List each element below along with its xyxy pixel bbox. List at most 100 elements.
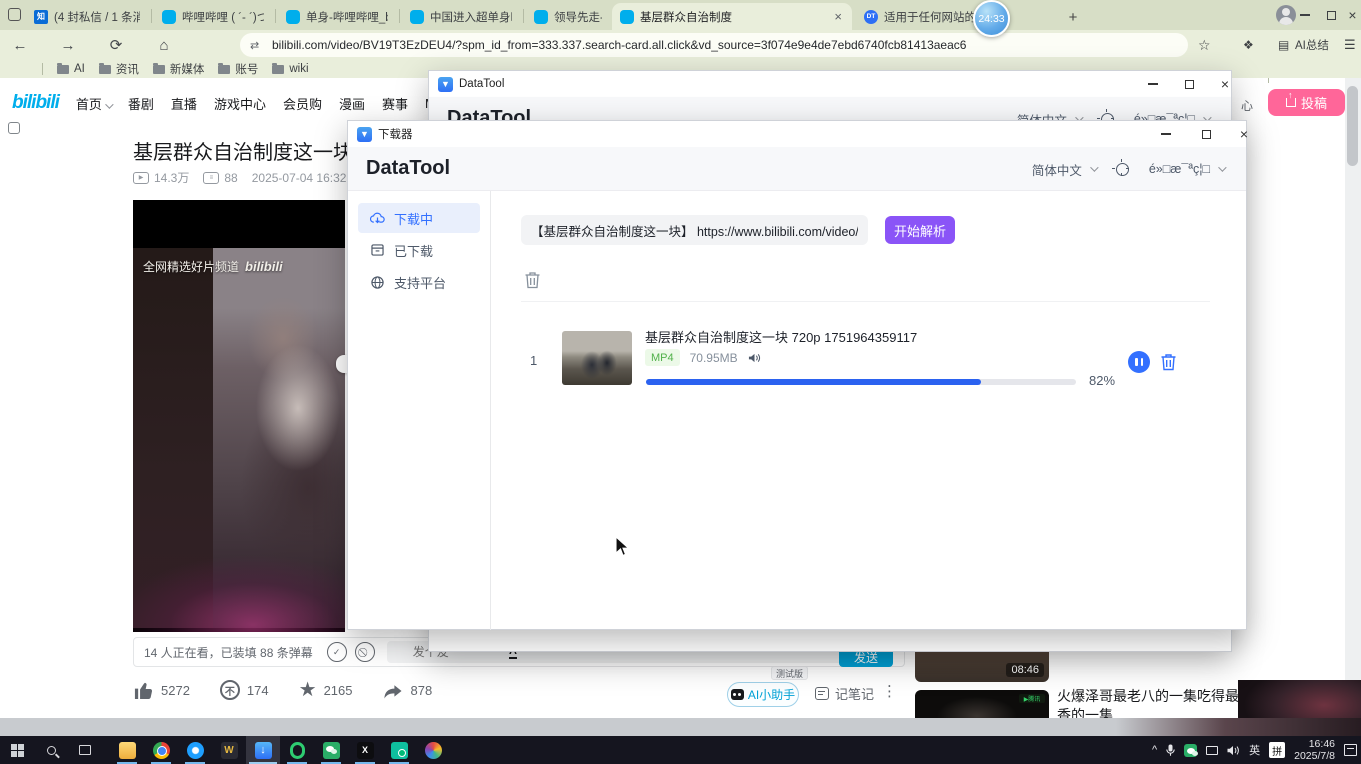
download-url-input[interactable] bbox=[521, 215, 868, 245]
datatool-titlebar[interactable]: ▼ DataTool × bbox=[429, 71, 1231, 97]
theme-sun-icon[interactable] bbox=[1116, 163, 1129, 176]
tray-wechat-icon[interactable] bbox=[1184, 744, 1197, 757]
maximize-icon[interactable] bbox=[1188, 121, 1224, 147]
nav-item-shop[interactable]: 会员购 bbox=[283, 94, 322, 113]
ai-assistant-button[interactable]: AI小助手 bbox=[727, 682, 799, 707]
taskbar-green-app[interactable] bbox=[280, 736, 314, 764]
tray-expand-icon[interactable]: ^ bbox=[1152, 744, 1157, 756]
coin-button[interactable]: 不 174 bbox=[220, 680, 269, 700]
ime-language[interactable]: 英 bbox=[1249, 742, 1260, 758]
ai-summary-button[interactable]: AI总结 bbox=[1295, 33, 1329, 57]
taskbar-browser-app[interactable] bbox=[178, 736, 212, 764]
bookmark-folder-media[interactable]: 新媒体 bbox=[153, 61, 205, 77]
browser-tab-era[interactable]: 中国进入超单身时代_ bbox=[402, 3, 520, 30]
more-actions-icon[interactable]: ⋮ bbox=[882, 682, 897, 700]
site-settings-icon[interactable]: ⇄ bbox=[250, 38, 264, 52]
pause-button[interactable] bbox=[1128, 351, 1150, 373]
sidebar-item-downloading[interactable]: 下载中 bbox=[358, 203, 480, 233]
browser-tab-bilibili-home[interactable]: 哔哩哔哩 ( ´- ´)つロ bbox=[154, 3, 272, 30]
ime-mode-icon[interactable]: 拼 bbox=[1269, 742, 1285, 758]
page-vertical-scrollbar[interactable] bbox=[1345, 78, 1361, 718]
side-panel-icon[interactable]: ▤ bbox=[1278, 33, 1289, 57]
browser-tab-single[interactable]: 单身-哔哩哔哩_bilibili bbox=[278, 3, 396, 30]
taskbar-wechat[interactable] bbox=[314, 736, 348, 764]
taskbar-capcut[interactable]: X bbox=[348, 736, 382, 764]
language-selector[interactable]: 简体中文 bbox=[1032, 160, 1096, 179]
bookmark-star-icon[interactable]: ☆ bbox=[1198, 33, 1211, 57]
taskbar-file-explorer[interactable] bbox=[110, 736, 144, 764]
related-video-thumbnail-2[interactable]: ▶腾讯 bbox=[915, 690, 1049, 718]
new-tab-button[interactable]: + bbox=[1062, 6, 1084, 28]
minimize-icon[interactable] bbox=[1135, 71, 1171, 97]
back-icon[interactable]: ← bbox=[8, 33, 32, 57]
reload-icon[interactable]: ⟳ bbox=[104, 33, 128, 57]
address-bar[interactable]: ⇄ bilibili.com/video/BV19T3EzDEU4/?spm_i… bbox=[240, 33, 1188, 57]
notification-center-icon[interactable] bbox=[1344, 744, 1357, 756]
delete-download-trash-icon[interactable] bbox=[1160, 353, 1177, 371]
danmaku-style-icon[interactable]: ⃠ bbox=[355, 642, 375, 662]
tab-search-icon[interactable] bbox=[8, 8, 21, 21]
nav-item-anime[interactable]: 番剧 bbox=[128, 94, 154, 113]
taskbar-wps[interactable]: W bbox=[212, 736, 246, 764]
dark-mode-selector[interactable]: é»□æ¯ªç¦□ bbox=[1149, 162, 1224, 176]
start-parse-button[interactable]: 开始解析 bbox=[885, 216, 955, 244]
page-horizontal-scrollbar[interactable] bbox=[0, 718, 1361, 736]
network-icon[interactable] bbox=[1206, 746, 1218, 755]
browser-tab-extension[interactable]: DT 适用于任何网站的快速 bbox=[856, 3, 1056, 30]
nav-item-live[interactable]: 直播 bbox=[171, 94, 197, 113]
bilibili-logo[interactable]: bilibili bbox=[12, 92, 59, 114]
video-player[interactable]: 全网精选好片频道bilibili bbox=[133, 200, 345, 632]
close-icon[interactable]: × bbox=[1207, 71, 1243, 97]
tray-clock[interactable]: 16:46 2025/7/8 bbox=[1294, 738, 1335, 762]
maximize-icon[interactable] bbox=[1171, 71, 1207, 97]
microphone-icon[interactable] bbox=[1166, 744, 1175, 757]
browser-tab-leader[interactable]: 领导先走-哔哩哔哩_b bbox=[526, 3, 610, 30]
nav-item-game[interactable]: 游戏中心 bbox=[214, 94, 266, 113]
post-video-button[interactable]: 投稿 bbox=[1268, 89, 1345, 116]
sidebar-item-platforms[interactable]: 支持平台 bbox=[358, 267, 480, 297]
forward-icon[interactable]: → bbox=[56, 33, 80, 57]
url-text[interactable]: bilibili.com/video/BV19T3EzDEU4/?spm_id_… bbox=[272, 38, 1178, 52]
clear-list-trash-icon[interactable] bbox=[524, 271, 541, 289]
take-note-button[interactable]: 记笔记 bbox=[815, 684, 874, 703]
creator-center-partial[interactable]: 心 bbox=[1241, 97, 1253, 114]
start-button[interactable] bbox=[0, 736, 34, 764]
taskbar-search-icon[interactable] bbox=[34, 736, 68, 764]
extension-timer-badge[interactable]: 24:33 bbox=[973, 0, 1010, 37]
taskbar-flower-app[interactable] bbox=[416, 736, 450, 764]
video-title: 基层群众自治制度这一块 bbox=[133, 136, 353, 165]
minimize-icon[interactable] bbox=[1148, 121, 1184, 147]
extensions-icon[interactable]: ❖ bbox=[1243, 33, 1254, 57]
bookmark-folder-ai[interactable]: AI bbox=[57, 63, 85, 75]
bookmark-folder-wiki[interactable]: wiki bbox=[272, 63, 308, 75]
taskbar-datatool[interactable]: ↓ bbox=[246, 736, 280, 764]
player-side-handle[interactable] bbox=[336, 355, 347, 373]
sidebar-item-downloaded[interactable]: 已下载 bbox=[358, 235, 480, 265]
taskbar-screen-tool[interactable] bbox=[382, 736, 416, 764]
bookmark-folder-news[interactable]: 资讯 bbox=[99, 61, 139, 77]
nav-item-home[interactable]: 首页 bbox=[76, 94, 111, 113]
window-maximize-button[interactable] bbox=[1318, 0, 1344, 30]
bookmark-folder-account[interactable]: 账号 bbox=[218, 61, 258, 77]
volume-icon[interactable] bbox=[1227, 745, 1240, 756]
window-minimize-button[interactable] bbox=[1292, 0, 1318, 30]
nav-item-manga[interactable]: 漫画 bbox=[339, 94, 365, 113]
favorite-button[interactable]: ★ 2165 bbox=[299, 680, 353, 700]
share-button[interactable]: 878 bbox=[382, 681, 432, 700]
browser-menu-icon[interactable]: ☰ bbox=[1344, 33, 1356, 57]
tab-close-icon[interactable]: × bbox=[832, 9, 844, 24]
browser-tab-active[interactable]: 基层群众自治制度 × bbox=[612, 3, 852, 30]
reading-list-icon[interactable] bbox=[8, 122, 20, 134]
downloader-titlebar[interactable]: ▼ 下载器 × bbox=[348, 121, 1246, 147]
tab-separator bbox=[151, 9, 152, 23]
task-view-icon[interactable] bbox=[68, 736, 102, 764]
close-icon[interactable]: × bbox=[1226, 121, 1262, 147]
window-close-button[interactable]: × bbox=[1344, 0, 1361, 30]
danmaku-settings-icon[interactable]: ✓ bbox=[327, 642, 347, 662]
home-icon[interactable]: ⌂ bbox=[152, 33, 176, 57]
browser-tab-zhihu[interactable]: 知 (4 封私信 / 1 条消息) bbox=[26, 3, 148, 30]
like-button[interactable]: 5272 bbox=[133, 680, 190, 700]
nav-item-esports[interactable]: 赛事 bbox=[382, 94, 408, 113]
scrollbar-thumb[interactable] bbox=[1347, 86, 1358, 166]
taskbar-chrome[interactable] bbox=[144, 736, 178, 764]
